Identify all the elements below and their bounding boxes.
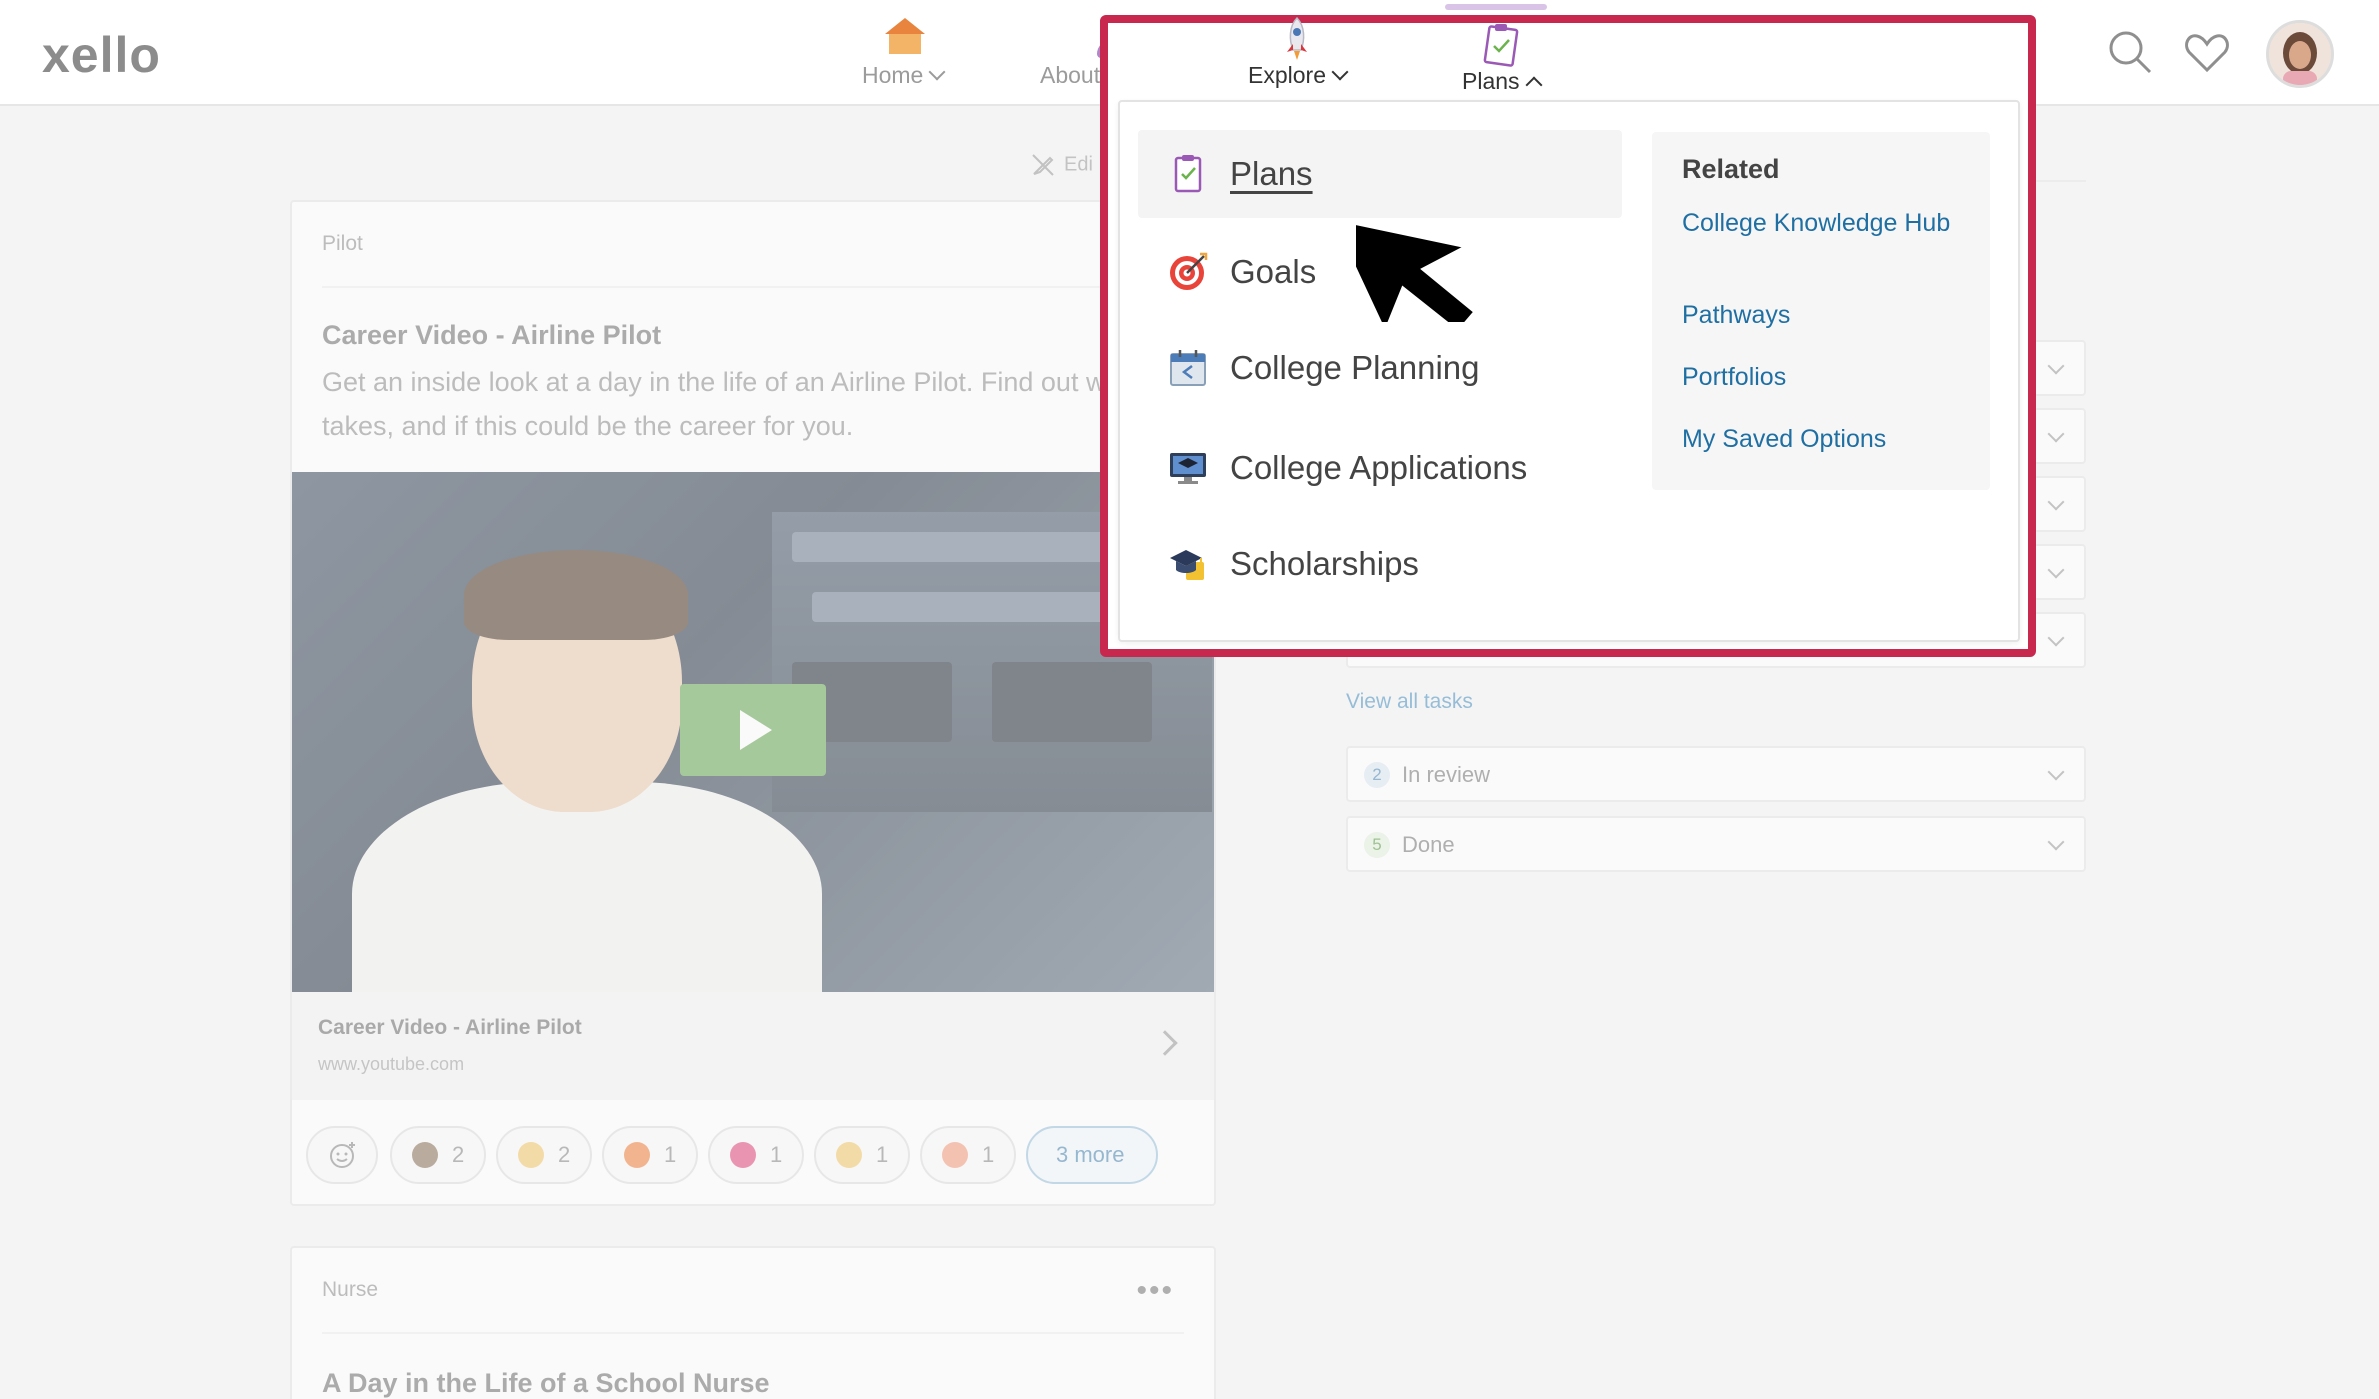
chevron-down-icon xyxy=(2047,561,2065,579)
nurse-card: Nurse ••• A Day in the Life of a School … xyxy=(290,1246,1216,1399)
dropdown-item-college-applications[interactable]: College Applications xyxy=(1138,424,1622,512)
reaction-clap[interactable]: 2 xyxy=(496,1126,592,1184)
dropdown-item-label: Plans xyxy=(1230,155,1313,192)
related-links-panel: Related College Knowledge Hub Pathways P… xyxy=(1652,132,1990,490)
task-count-badge: 2 xyxy=(1364,762,1390,788)
house-icon xyxy=(873,16,933,62)
nav-home-label: Home xyxy=(862,62,924,88)
dropdown-item-label: Scholarships xyxy=(1230,545,1419,582)
shocked-emoji-icon xyxy=(942,1142,968,1168)
chevron-down-icon xyxy=(2047,357,2065,375)
task-group-label: Done xyxy=(1402,832,1455,857)
related-link-my-saved-options[interactable]: My Saved Options xyxy=(1682,424,1972,455)
dropdown-item-label: Goals xyxy=(1230,253,1317,290)
target-icon xyxy=(1168,252,1208,292)
task-group-label: In review xyxy=(1402,762,1491,787)
related-link-pathways[interactable]: Pathways xyxy=(1682,300,1972,331)
graduation-cap-icon xyxy=(1168,544,1208,584)
heart-icon[interactable] xyxy=(2183,28,2231,76)
chevron-down-icon xyxy=(2047,425,2065,443)
related-link-portfolios[interactable]: Portfolios xyxy=(1682,362,1972,393)
task-group-done[interactable]: 5 Done xyxy=(1346,816,2086,872)
chevron-down-icon xyxy=(2047,493,2065,511)
avatar[interactable] xyxy=(2266,20,2334,88)
link-preview-title: Career Video - Airline Pilot xyxy=(318,1016,582,1039)
chevron-down-icon xyxy=(1331,63,1349,81)
rocket-icon xyxy=(1267,16,1327,62)
chevron-down-icon xyxy=(2047,763,2065,781)
card-category: Nurse xyxy=(322,1278,379,1301)
clap-emoji-icon xyxy=(518,1142,544,1168)
card-description: Get an inside look at a day in the life … xyxy=(322,367,1164,441)
nav-plans[interactable]: Plans xyxy=(1462,22,1543,102)
clipboard-icon xyxy=(1168,154,1208,194)
edit-label: Edi xyxy=(1064,153,1093,176)
dropdown-item-label: College Applications xyxy=(1230,449,1528,486)
card-title[interactable]: A Day in the Life of a School Nurse xyxy=(322,1368,770,1399)
card-divider xyxy=(322,286,1184,288)
add-reaction-button[interactable] xyxy=(306,1126,378,1184)
nav-home[interactable]: Home xyxy=(862,16,946,96)
chevron-down-icon xyxy=(928,63,946,81)
task-count-badge: 5 xyxy=(1364,832,1390,858)
dropdown-item-label: College Planning xyxy=(1230,349,1480,386)
nav-explore[interactable]: Explore xyxy=(1248,16,1349,96)
eyes-emoji-icon xyxy=(412,1142,438,1168)
mouse-cursor-icon xyxy=(1356,212,1482,322)
card-divider xyxy=(322,1332,1184,1334)
dropdown-item-scholarships[interactable]: Scholarships xyxy=(1138,520,1622,608)
card-category: Pilot xyxy=(322,232,363,255)
chevron-right-icon xyxy=(1152,1030,1178,1056)
reaction-fire[interactable]: 1 xyxy=(602,1126,698,1184)
edit-link[interactable]: Edi xyxy=(1030,152,1093,178)
chevron-up-icon xyxy=(1525,76,1543,94)
calendar-icon xyxy=(1168,348,1208,388)
search-icon[interactable] xyxy=(2106,28,2154,76)
related-link-college-knowledge-hub[interactable]: College Knowledge Hub xyxy=(1682,208,1972,239)
link-preview[interactable]: Career Video - Airline Pilot www.youtube… xyxy=(292,992,1214,1100)
chevron-down-icon xyxy=(2047,833,2065,851)
more-reactions-button[interactable]: 3 more xyxy=(1026,1126,1158,1184)
add-emoji-icon xyxy=(330,1142,355,1168)
chevron-down-icon xyxy=(2047,629,2065,647)
more-options-icon[interactable]: ••• xyxy=(1136,1274,1174,1308)
link-preview-url: www.youtube.com xyxy=(318,1054,465,1074)
xello-logo[interactable]: xello xyxy=(42,26,161,84)
clipboard-icon xyxy=(1471,22,1531,68)
nav-explore-label: Explore xyxy=(1248,62,1326,88)
grimace-emoji-icon xyxy=(836,1142,862,1168)
fire-emoji-icon xyxy=(624,1142,650,1168)
play-button[interactable] xyxy=(680,684,826,776)
heart-eyes-emoji-icon xyxy=(730,1142,756,1168)
task-group-in-review[interactable]: 2 In review xyxy=(1346,746,2086,802)
nav-plans-label: Plans xyxy=(1462,68,1520,94)
active-tab-indicator xyxy=(1445,4,1547,10)
reaction-eyes[interactable]: 2 xyxy=(390,1126,486,1184)
card-title[interactable]: Career Video - Airline Pilot xyxy=(322,320,661,351)
view-all-tasks-link[interactable]: View all tasks xyxy=(1346,690,1473,714)
dropdown-item-college-planning[interactable]: College Planning xyxy=(1138,324,1622,412)
edit-icon xyxy=(1032,154,1054,176)
reaction-heart-eyes[interactable]: 1 xyxy=(708,1126,804,1184)
related-title: Related xyxy=(1682,154,1780,184)
pilot-card: Pilot Career Video - Airline Pilot Get a… xyxy=(290,200,1216,1206)
video-thumbnail[interactable] xyxy=(292,472,1214,992)
monitor-graduation-icon xyxy=(1168,448,1208,488)
reaction-grimace[interactable]: 1 xyxy=(814,1126,910,1184)
plans-dropdown-menu: Plans Goals College Planning College App… xyxy=(1118,100,2020,642)
reaction-shocked[interactable]: 1 xyxy=(920,1126,1016,1184)
